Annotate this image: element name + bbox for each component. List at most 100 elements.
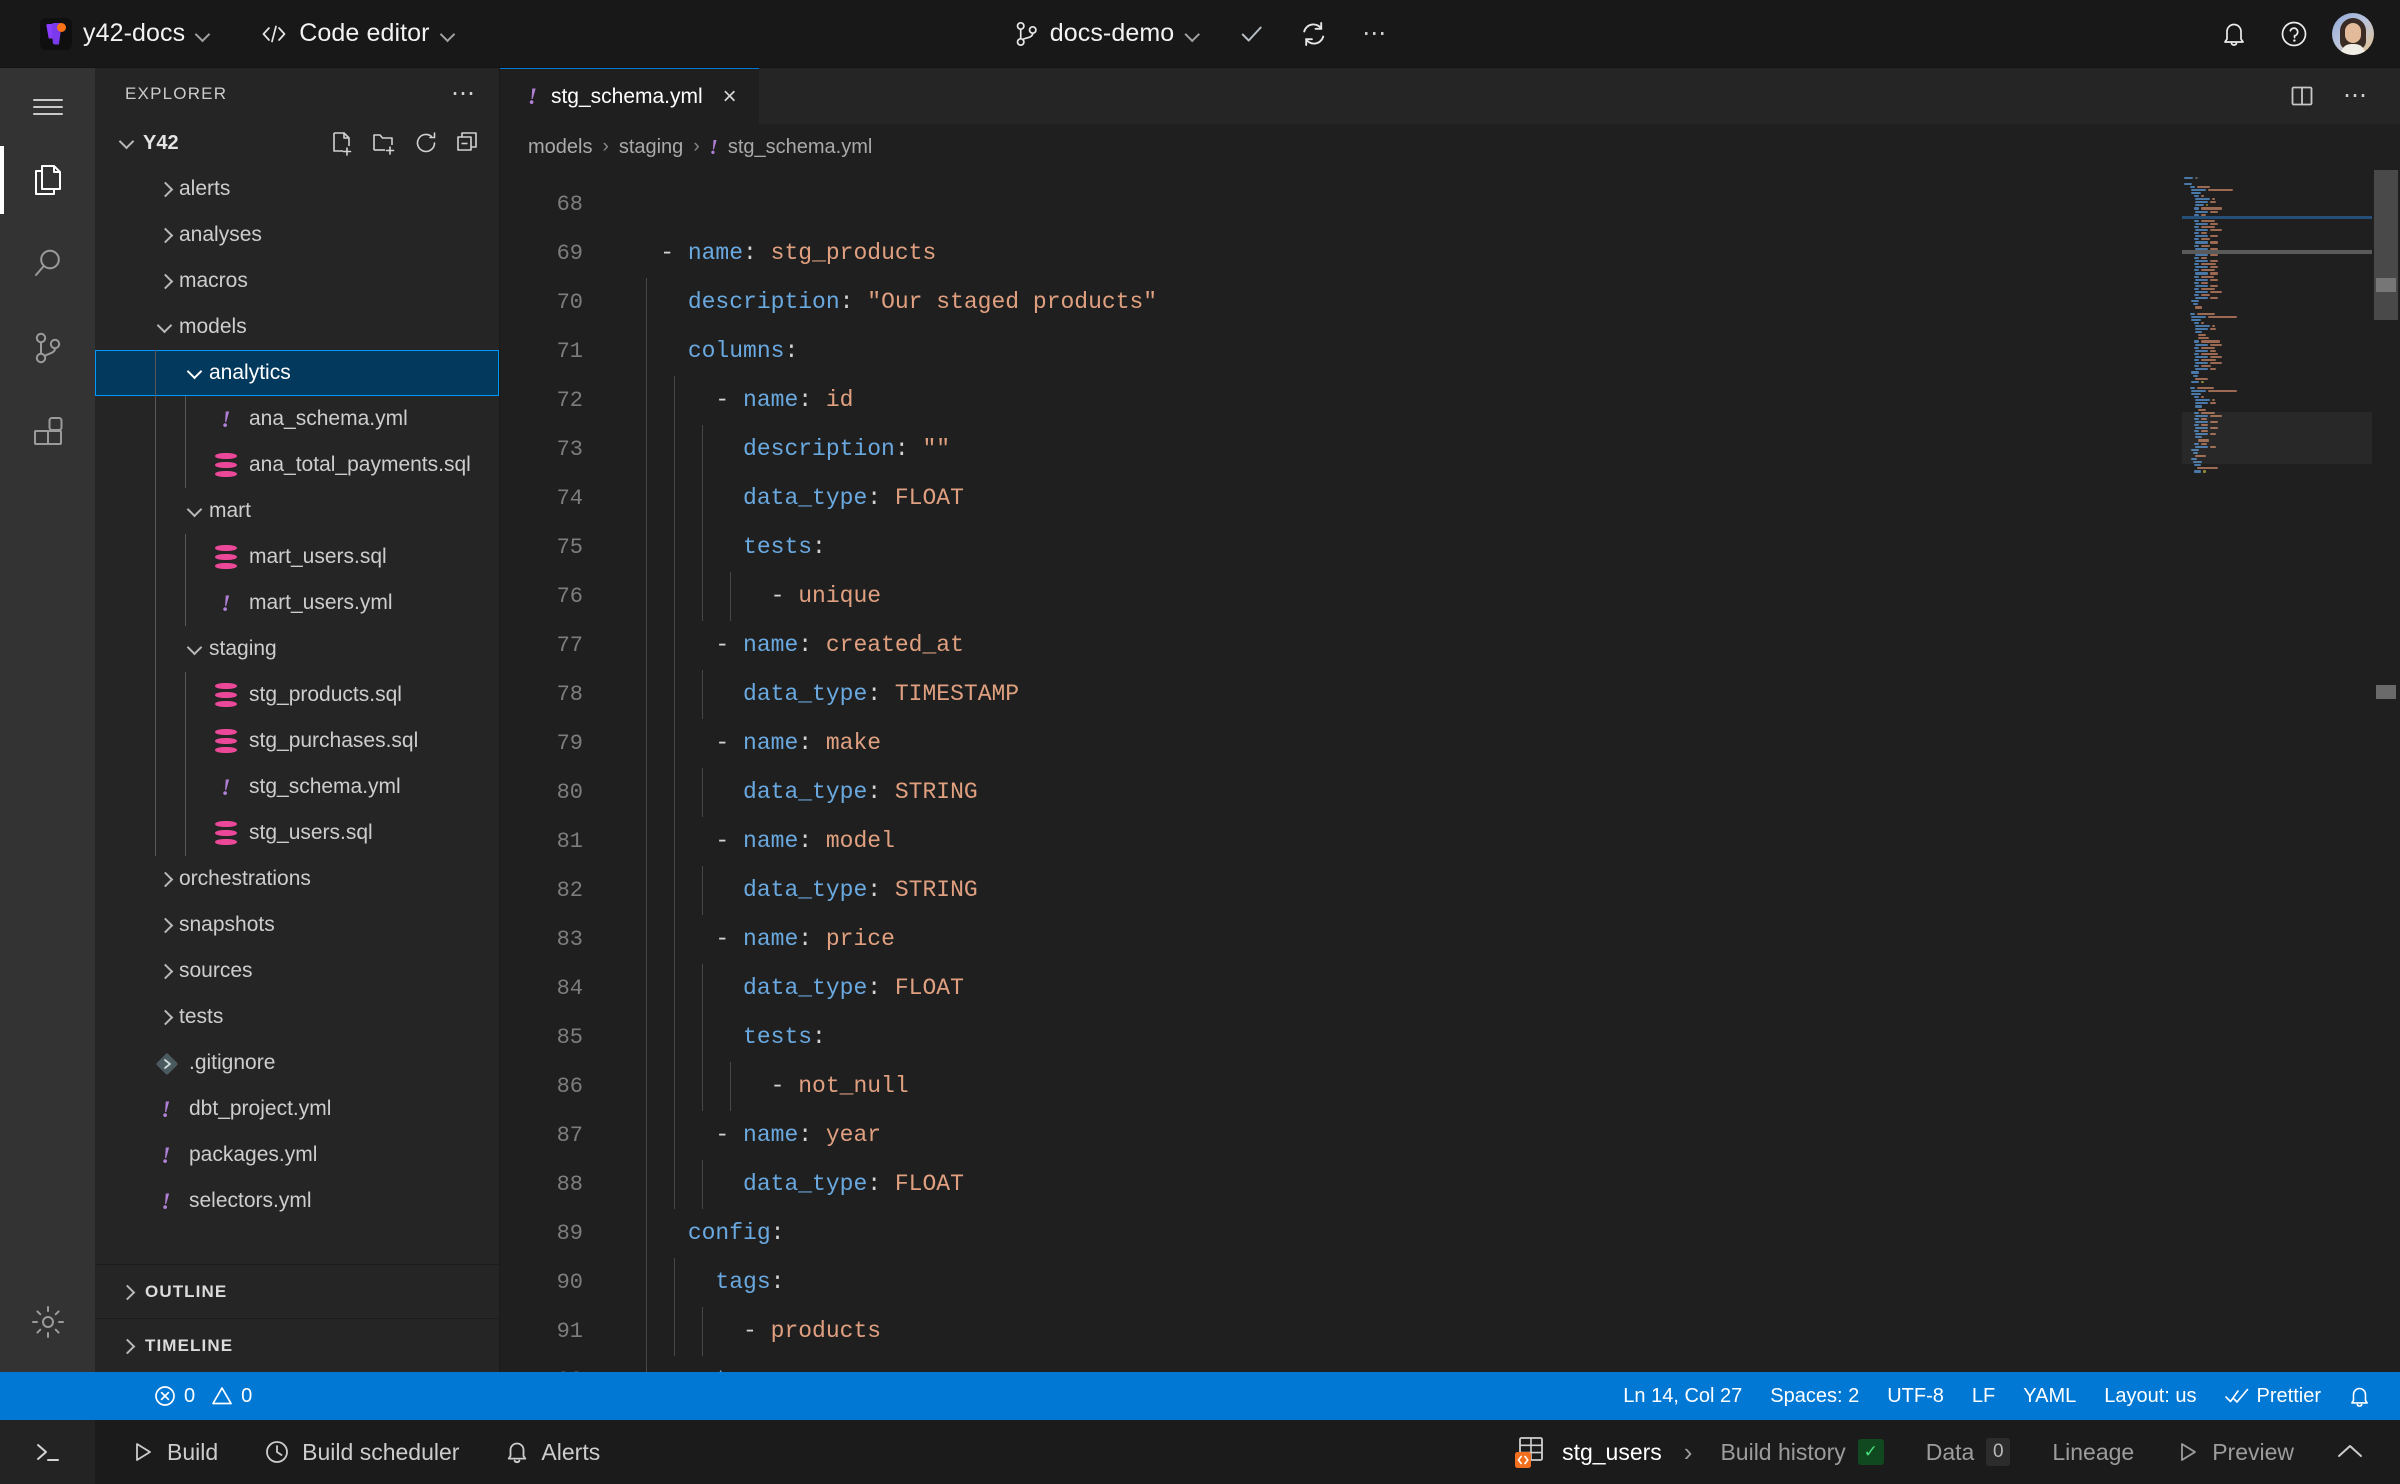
code-line[interactable]: - name: created_at: [605, 621, 2400, 670]
new-file-icon[interactable]: [329, 130, 355, 156]
encoding-setting[interactable]: UTF-8: [1873, 1372, 1958, 1420]
tree-file-packages-yml[interactable]: ! packages.yml: [95, 1132, 499, 1178]
tree-folder-staging[interactable]: staging: [95, 626, 499, 672]
notifications-bell-icon[interactable]: [2212, 12, 2256, 56]
tree-file-ana_schema-yml[interactable]: ! ana_schema.yml: [95, 396, 499, 442]
vertical-scrollbar[interactable]: [2372, 170, 2400, 1372]
code-line[interactable]: data_type: TIMESTAMP: [605, 670, 2400, 719]
settings-gear-icon[interactable]: [0, 1288, 95, 1372]
code-line[interactable]: - unique: [605, 572, 2400, 621]
code-line[interactable]: data_type: FLOAT: [605, 1160, 2400, 1209]
extensions-icon[interactable]: [0, 390, 95, 474]
problems-status[interactable]: 0 0: [140, 1372, 266, 1420]
search-icon[interactable]: [0, 222, 95, 306]
menu-icon[interactable]: [0, 76, 95, 138]
code-line[interactable]: config:: [605, 1209, 2400, 1258]
code-line[interactable]: - name: year: [605, 1111, 2400, 1160]
data-button[interactable]: Data 0: [1906, 1420, 2031, 1484]
commit-check-button[interactable]: [1229, 12, 1273, 56]
more-options-button[interactable]: ⋯: [1353, 12, 1397, 56]
help-icon[interactable]: [2272, 12, 2316, 56]
lineage-button[interactable]: Lineage: [2032, 1420, 2154, 1484]
editor-tab-stg-schema[interactable]: ! stg_schema.yml ×: [500, 68, 759, 124]
sync-icon[interactable]: [1291, 12, 1335, 56]
code-content[interactable]: - name: stg_products description: "Our s…: [605, 170, 2400, 1372]
tree-folder-sources[interactable]: sources: [95, 948, 499, 994]
build-history-button[interactable]: Build history ✓: [1700, 1420, 1903, 1484]
tree-file-mart_users-sql[interactable]: mart_users.sql: [95, 534, 499, 580]
tree-file-ana_total_payments-sql[interactable]: ana_total_payments.sql: [95, 442, 499, 488]
tree-file-selectors-yml[interactable]: ! selectors.yml: [95, 1178, 499, 1224]
explorer-more-icon[interactable]: ⋯: [451, 82, 477, 106]
tree-folder-mart[interactable]: mart: [95, 488, 499, 534]
code-line[interactable]: columns:: [605, 327, 2400, 376]
breadcrumb-staging[interactable]: staging: [619, 136, 684, 159]
tree-file-stg_products-sql[interactable]: stg_products.sql: [95, 672, 499, 718]
code-editor[interactable]: 68 69 70 71 72 73 74 75 76 77 78 79 80 81 82 83 84 85 86 87…: [500, 170, 2400, 1372]
branch-selector[interactable]: docs-demo: [1003, 13, 1212, 54]
new-folder-icon[interactable]: [371, 130, 397, 156]
more-actions-icon[interactable]: ⋯: [2334, 74, 2378, 118]
cursor-position[interactable]: Ln 14, Col 27: [1609, 1372, 1756, 1420]
code-line[interactable]: data_type: FLOAT: [605, 964, 2400, 1013]
tree-root-y42[interactable]: Y42: [95, 120, 499, 166]
code-line[interactable]: meta:: [605, 1356, 2400, 1372]
tree-folder-macros[interactable]: macros: [95, 258, 499, 304]
close-icon[interactable]: ×: [723, 84, 737, 109]
split-editor-icon[interactable]: [2280, 74, 2324, 118]
app-mode-selector[interactable]: Code editor: [248, 13, 466, 54]
terminal-icon[interactable]: [0, 1420, 95, 1484]
file-tree-scroll[interactable]: Y42 alerts analyses macros models analyt…: [95, 120, 499, 1264]
source-control-icon[interactable]: [0, 306, 95, 390]
tree-folder-analytics[interactable]: analytics: [95, 350, 499, 396]
tree-file-mart_users-yml[interactable]: ! mart_users.yml: [95, 580, 499, 626]
code-line[interactable]: tags:: [605, 1258, 2400, 1307]
tree-folder-analyses[interactable]: analyses: [95, 212, 499, 258]
code-line[interactable]: tests:: [605, 1013, 2400, 1062]
breadcrumb-models[interactable]: models: [528, 136, 592, 159]
language-mode[interactable]: YAML: [2009, 1372, 2090, 1420]
code-line[interactable]: description: "": [605, 425, 2400, 474]
tree-folder-models[interactable]: models: [95, 304, 499, 350]
eol-setting[interactable]: LF: [1958, 1372, 2009, 1420]
code-line[interactable]: - name: model: [605, 817, 2400, 866]
breadcrumb-file[interactable]: stg_schema.yml: [728, 136, 873, 159]
tree-file-dbt_project-yml[interactable]: ! dbt_project.yml: [95, 1086, 499, 1132]
tree-folder-snapshots[interactable]: snapshots: [95, 902, 499, 948]
minimap[interactable]: [2182, 170, 2372, 1372]
tree-file--gitignore[interactable]: .gitignore: [95, 1040, 499, 1086]
tree-folder-orchestrations[interactable]: orchestrations: [95, 856, 499, 902]
collapse-all-icon[interactable]: [455, 130, 481, 156]
status-bell-icon[interactable]: [2335, 1372, 2384, 1420]
minimap-slider[interactable]: [2182, 412, 2372, 464]
alerts-button[interactable]: Alerts: [485, 1420, 620, 1484]
scrollbar-thumb[interactable]: [2374, 170, 2398, 320]
code-line[interactable]: data_type: STRING: [605, 866, 2400, 915]
tree-file-stg_purchases-sql[interactable]: stg_purchases.sql: [95, 718, 499, 764]
build-scheduler-button[interactable]: Build scheduler: [244, 1420, 479, 1484]
code-line[interactable]: [605, 180, 2400, 229]
code-line[interactable]: - not_null: [605, 1062, 2400, 1111]
active-model-chip[interactable]: stg_users: [1498, 1420, 1676, 1484]
build-button[interactable]: Build: [111, 1420, 238, 1484]
preview-button[interactable]: Preview: [2156, 1420, 2314, 1484]
indentation-setting[interactable]: Spaces: 2: [1756, 1372, 1873, 1420]
code-line[interactable]: data_type: FLOAT: [605, 474, 2400, 523]
code-line[interactable]: - name: stg_products: [605, 229, 2400, 278]
tree-folder-alerts[interactable]: alerts: [95, 166, 499, 212]
code-line[interactable]: tests:: [605, 523, 2400, 572]
collapse-panel-button[interactable]: [2316, 1420, 2384, 1484]
workspace-selector[interactable]: y42-docs: [28, 12, 222, 56]
avatar[interactable]: [2332, 12, 2374, 55]
code-line[interactable]: - products: [605, 1307, 2400, 1356]
tree-file-stg_schema-yml[interactable]: ! stg_schema.yml: [95, 764, 499, 810]
keyboard-layout[interactable]: Layout: us: [2090, 1372, 2210, 1420]
tree-file-stg_users-sql[interactable]: stg_users.sql: [95, 810, 499, 856]
panel-outline[interactable]: OUTLINE: [95, 1264, 499, 1318]
formatter-status[interactable]: Prettier: [2211, 1372, 2335, 1420]
code-line[interactable]: - name: make: [605, 719, 2400, 768]
code-line[interactable]: description: "Our staged products": [605, 278, 2400, 327]
code-line[interactable]: - name: id: [605, 376, 2400, 425]
explorer-icon[interactable]: [0, 138, 95, 222]
code-line[interactable]: data_type: STRING: [605, 768, 2400, 817]
